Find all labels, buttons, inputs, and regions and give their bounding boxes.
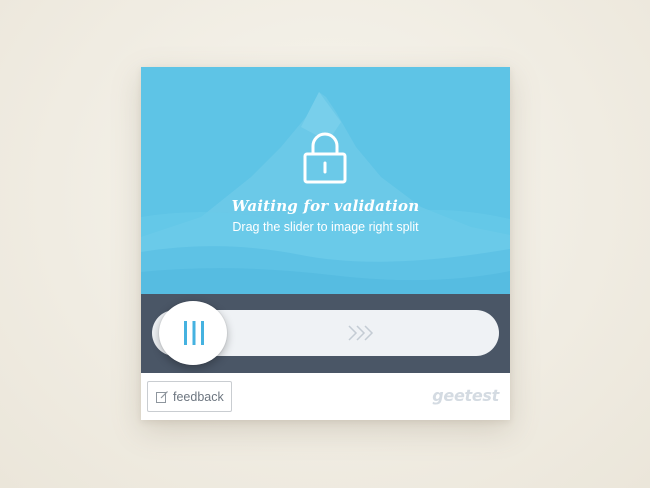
status-subtitle: Drag the slider to image right split [232,220,419,234]
geetest-logo: geetest [432,386,499,405]
chevron-right-triple-icon [348,325,374,341]
lock-icon [303,132,347,184]
slider-bar [141,294,510,373]
edit-icon [156,390,168,403]
captcha-widget: Waiting for validation Drag the slider t… [141,67,510,420]
feedback-label: feedback [173,389,224,404]
grip-lines-icon [184,321,204,345]
captcha-image: Waiting for validation Drag the slider t… [141,67,510,294]
captcha-footer: feedback geetest [141,373,510,420]
status-title: Waiting for validation [231,197,420,215]
slider-handle[interactable] [159,301,227,365]
feedback-button[interactable]: feedback [147,381,232,412]
